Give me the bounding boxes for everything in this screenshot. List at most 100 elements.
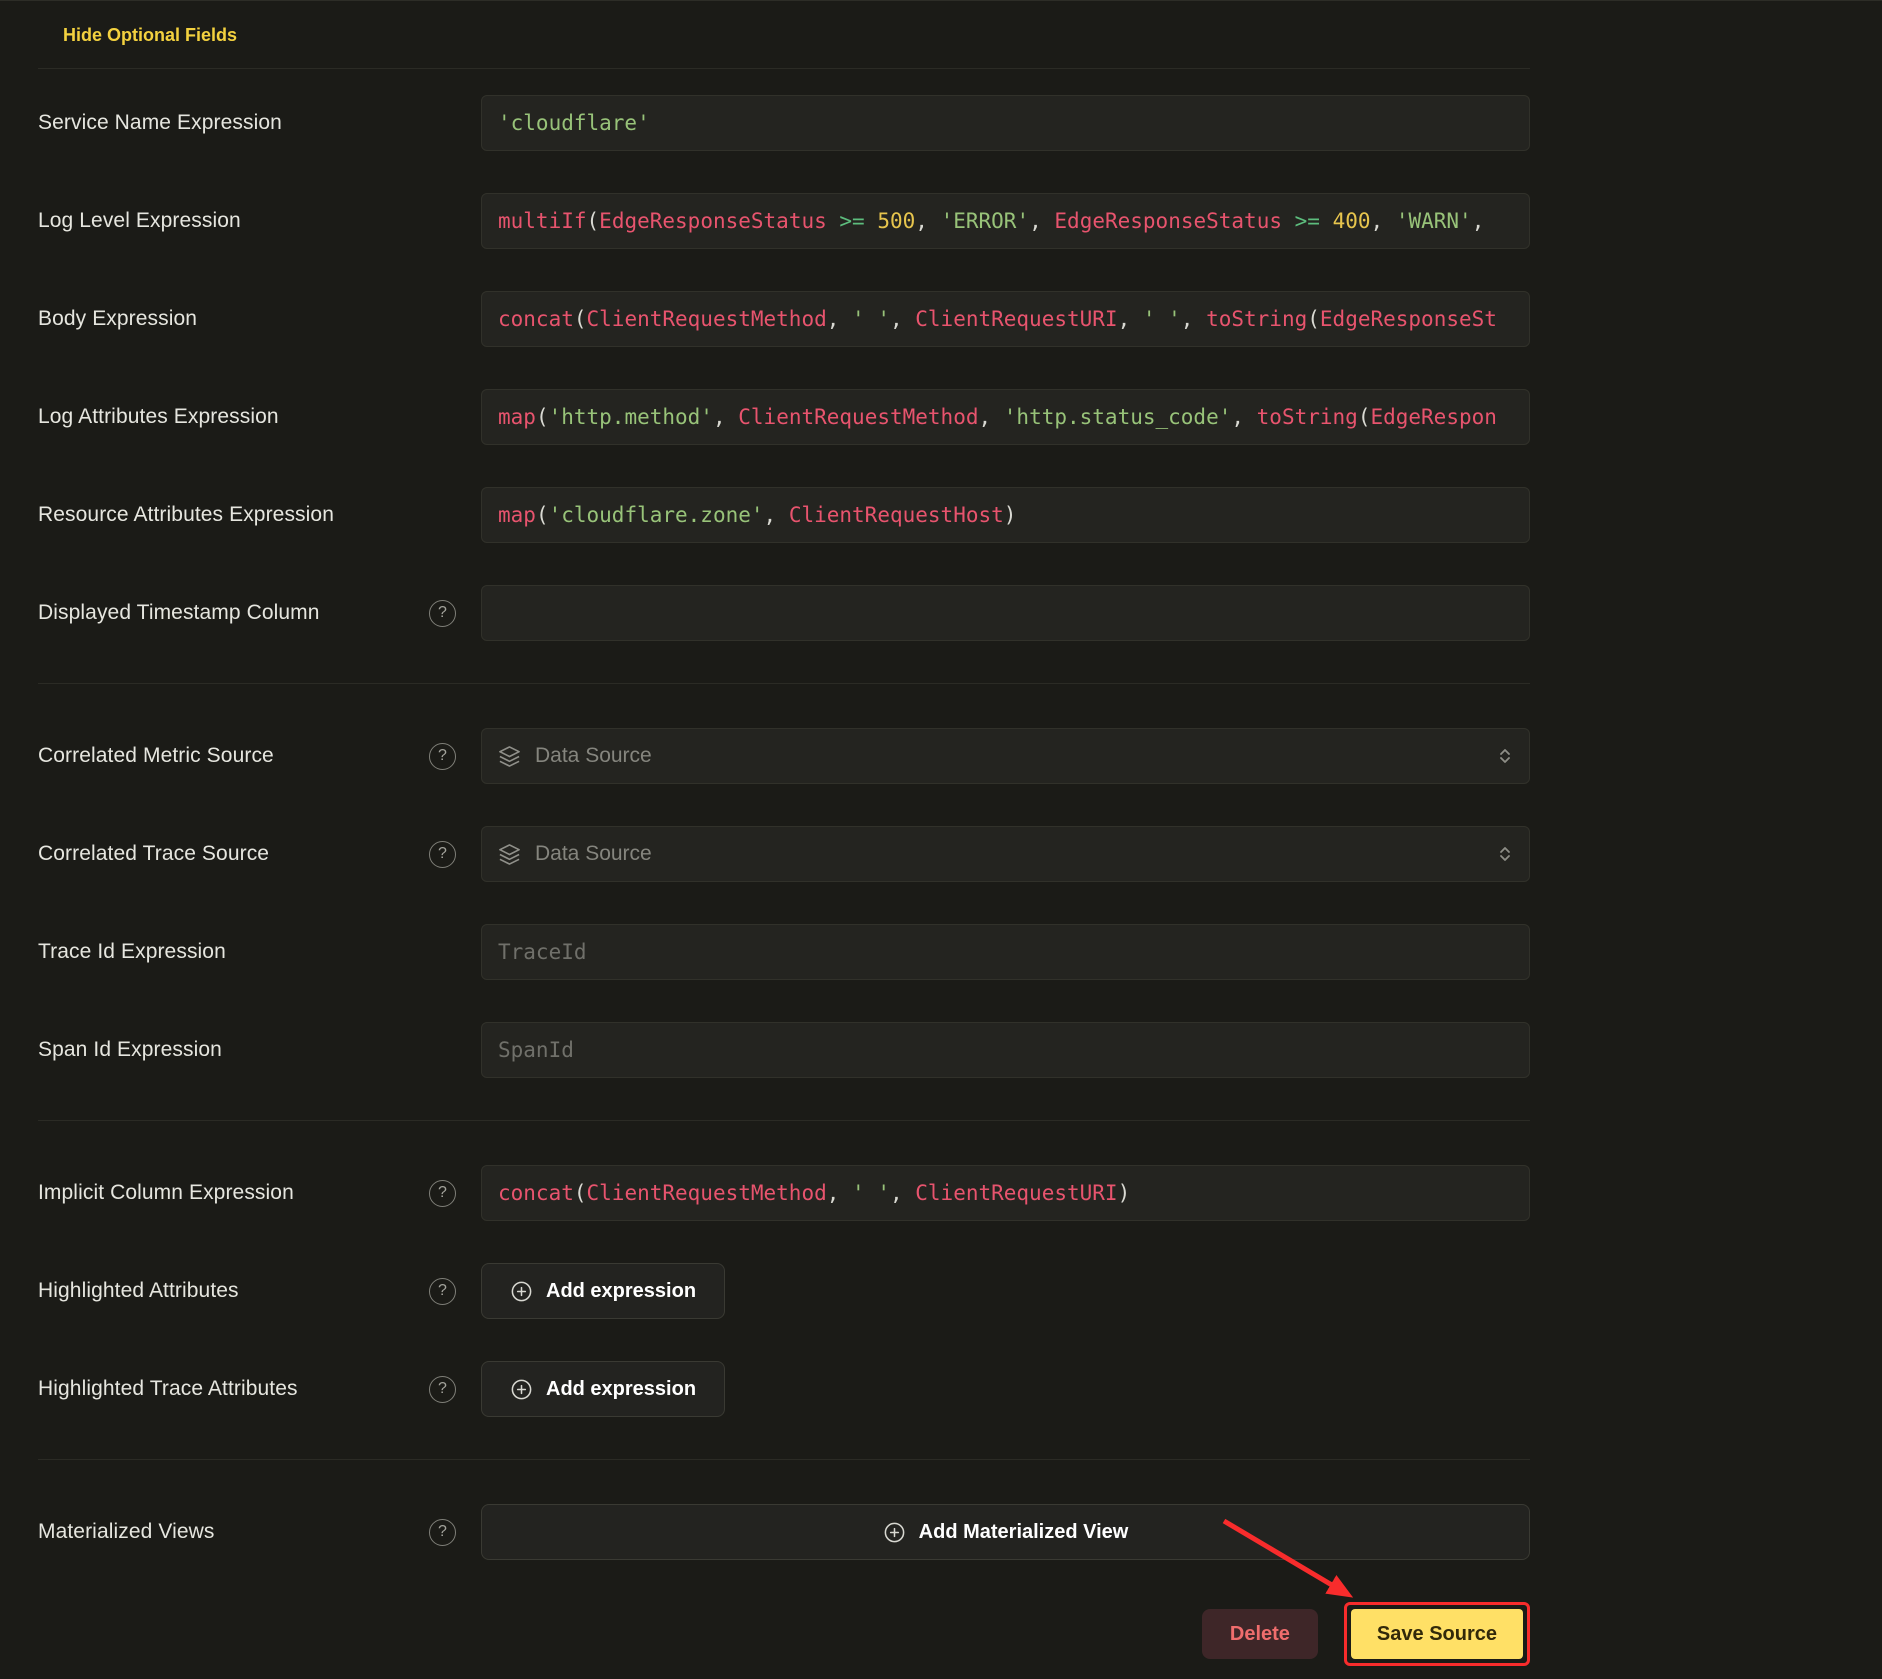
- label-col: Trace Id Expression: [38, 940, 481, 964]
- field-row-trace-id: Trace Id Expression: [38, 924, 1530, 980]
- field-row-log-attributes: Log Attributes Expression map('http.meth…: [38, 389, 1530, 445]
- correlated-trace-label: Correlated Trace Source: [38, 842, 269, 866]
- plus-circle-icon: [883, 1521, 906, 1544]
- input-col: concat(ClientRequestMethod, ' ', ClientR…: [481, 1165, 1530, 1221]
- help-icon[interactable]: ?: [429, 841, 456, 868]
- input-col: map('cloudflare.zone', ClientRequestHost…: [481, 487, 1530, 543]
- delete-button[interactable]: Delete: [1202, 1609, 1318, 1659]
- label-col: Body Expression: [38, 307, 481, 331]
- add-materialized-view-label: Add Materialized View: [919, 1521, 1129, 1544]
- field-row-displayed-timestamp: Displayed Timestamp Column ?: [38, 585, 1530, 641]
- input-col: map('http.method', ClientRequestMethod, …: [481, 389, 1530, 445]
- label-col: Span Id Expression: [38, 1038, 481, 1062]
- input-col: Add expression: [481, 1263, 1530, 1319]
- section-divider: [38, 683, 1530, 684]
- highlighted-attributes-label: Highlighted Attributes: [38, 1279, 239, 1303]
- add-expression-label: Add expression: [546, 1280, 696, 1303]
- section-divider: [38, 1459, 1530, 1460]
- displayed-timestamp-input[interactable]: [481, 585, 1530, 641]
- add-materialized-view-button[interactable]: Add Materialized View: [481, 1504, 1530, 1560]
- field-row-highlighted-attributes: Highlighted Attributes ? Add expression: [38, 1263, 1530, 1319]
- field-row-correlated-metric: Correlated Metric Source ? Data Source: [38, 728, 1530, 784]
- input-col: Data Source: [481, 826, 1530, 882]
- label-col: Correlated Trace Source ?: [38, 841, 481, 868]
- layers-icon: [498, 745, 521, 768]
- section-divider: [38, 68, 1530, 69]
- span-id-expression-input[interactable]: [481, 1022, 1530, 1078]
- label-col: Correlated Metric Source ?: [38, 743, 481, 770]
- source-form: Hide Optional Fields Service Name Expres…: [0, 1, 1530, 1666]
- log-attributes-label: Log Attributes Expression: [38, 405, 279, 429]
- help-icon[interactable]: ?: [429, 1278, 456, 1305]
- plus-circle-icon: [510, 1280, 533, 1303]
- service-name-expression-input[interactable]: 'cloudflare': [481, 95, 1530, 151]
- field-row-highlighted-trace-attributes: Highlighted Trace Attributes ? Add expre…: [38, 1361, 1530, 1417]
- help-icon[interactable]: ?: [429, 1180, 456, 1207]
- field-row-correlated-trace: Correlated Trace Source ? Data Source: [38, 826, 1530, 882]
- log-level-expression-input[interactable]: multiIf(EdgeResponseStatus >= 500, 'ERRO…: [481, 193, 1530, 249]
- select-placeholder: Data Source: [535, 744, 652, 768]
- trace-id-expression-input[interactable]: [481, 924, 1530, 980]
- input-col: [481, 1022, 1530, 1078]
- correlated-metric-source-select[interactable]: Data Source: [481, 728, 1530, 784]
- chevron-updown-icon: [1497, 746, 1513, 766]
- section-divider: [38, 1120, 1530, 1121]
- label-col: Highlighted Trace Attributes ?: [38, 1376, 481, 1403]
- label-col: Implicit Column Expression ?: [38, 1180, 481, 1207]
- annotation-highlight-box: Save Source: [1344, 1602, 1530, 1666]
- materialized-views-label: Materialized Views: [38, 1520, 215, 1544]
- service-name-label: Service Name Expression: [38, 111, 282, 135]
- input-col: Data Source: [481, 728, 1530, 784]
- input-col: concat(ClientRequestMethod, ' ', ClientR…: [481, 291, 1530, 347]
- input-col: [481, 924, 1530, 980]
- body-expression-input[interactable]: concat(ClientRequestMethod, ' ', ClientR…: [481, 291, 1530, 347]
- implicit-column-label: Implicit Column Expression: [38, 1181, 294, 1205]
- footer-actions: Delete Save Source: [38, 1602, 1530, 1666]
- field-row-span-id: Span Id Expression: [38, 1022, 1530, 1078]
- log-attributes-expression-input[interactable]: map('http.method', ClientRequestMethod, …: [481, 389, 1530, 445]
- span-id-label: Span Id Expression: [38, 1038, 222, 1062]
- label-col: Service Name Expression: [38, 111, 481, 135]
- plus-circle-icon: [510, 1378, 533, 1401]
- label-col: Materialized Views ?: [38, 1519, 481, 1546]
- label-col: Log Attributes Expression: [38, 405, 481, 429]
- input-col: [481, 585, 1530, 641]
- input-col: Add Materialized View: [481, 1504, 1530, 1560]
- label-col: Resource Attributes Expression: [38, 503, 481, 527]
- log-level-label: Log Level Expression: [38, 209, 241, 233]
- correlated-metric-label: Correlated Metric Source: [38, 744, 274, 768]
- input-col: 'cloudflare': [481, 95, 1530, 151]
- optional-fields-header: Hide Optional Fields: [38, 25, 1530, 46]
- input-col: Add expression: [481, 1361, 1530, 1417]
- label-col: Displayed Timestamp Column ?: [38, 600, 481, 627]
- field-row-resource-attributes: Resource Attributes Expression map('clou…: [38, 487, 1530, 543]
- field-row-materialized-views: Materialized Views ? Add Materialized Vi…: [38, 1504, 1530, 1560]
- help-icon[interactable]: ?: [429, 743, 456, 770]
- field-row-implicit-column: Implicit Column Expression ? concat(Clie…: [38, 1165, 1530, 1221]
- help-icon[interactable]: ?: [429, 1376, 456, 1403]
- save-source-button[interactable]: Save Source: [1351, 1609, 1523, 1659]
- layers-icon: [498, 843, 521, 866]
- resource-attributes-expression-input[interactable]: map('cloudflare.zone', ClientRequestHost…: [481, 487, 1530, 543]
- help-icon[interactable]: ?: [429, 1519, 456, 1546]
- chevron-updown-icon: [1497, 844, 1513, 864]
- field-row-log-level: Log Level Expression multiIf(EdgeRespons…: [38, 193, 1530, 249]
- hide-optional-fields-toggle[interactable]: Hide Optional Fields: [63, 25, 237, 46]
- resource-attributes-label: Resource Attributes Expression: [38, 503, 334, 527]
- trace-id-label: Trace Id Expression: [38, 940, 226, 964]
- add-expression-button[interactable]: Add expression: [481, 1263, 725, 1319]
- body-expression-label: Body Expression: [38, 307, 197, 331]
- field-row-body: Body Expression concat(ClientRequestMeth…: [38, 291, 1530, 347]
- implicit-column-expression-input[interactable]: concat(ClientRequestMethod, ' ', ClientR…: [481, 1165, 1530, 1221]
- help-icon[interactable]: ?: [429, 600, 456, 627]
- label-col: Log Level Expression: [38, 209, 481, 233]
- add-expression-label: Add expression: [546, 1378, 696, 1401]
- field-row-service-name: Service Name Expression 'cloudflare': [38, 95, 1530, 151]
- label-col: Highlighted Attributes ?: [38, 1278, 481, 1305]
- input-col: multiIf(EdgeResponseStatus >= 500, 'ERRO…: [481, 193, 1530, 249]
- select-placeholder: Data Source: [535, 842, 652, 866]
- add-expression-button[interactable]: Add expression: [481, 1361, 725, 1417]
- highlighted-trace-attributes-label: Highlighted Trace Attributes: [38, 1377, 298, 1401]
- displayed-timestamp-label: Displayed Timestamp Column: [38, 601, 320, 625]
- correlated-trace-source-select[interactable]: Data Source: [481, 826, 1530, 882]
